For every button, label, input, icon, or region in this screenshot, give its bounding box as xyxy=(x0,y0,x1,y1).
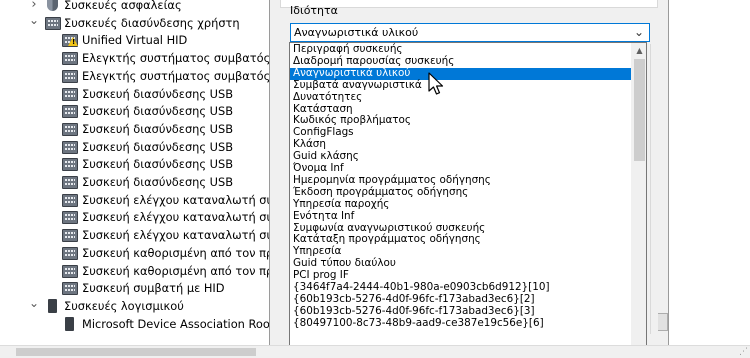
value-frame xyxy=(650,44,658,334)
tree-row[interactable]: Συσκευή ελέγχου καταναλωτή συμ xyxy=(0,226,276,244)
property-dropdown-list[interactable]: Περιγραφή συσκευής Διαδρομή παρουσίας συσ… xyxy=(289,42,647,358)
tree-row-label: Συσκευές ασφαλείας xyxy=(64,0,182,12)
hid-keyboard-icon xyxy=(62,87,78,101)
dropdown-option[interactable]: Έκδοση προγράμματος οδήγησης xyxy=(290,186,632,199)
tree-row[interactable]: Συσκευή διασύνδεσης USB xyxy=(0,85,262,103)
dropdown-option[interactable]: Ημερομηνία προγράμματος οδήγησης xyxy=(290,174,632,187)
hid-keyboard-icon xyxy=(62,211,78,225)
tree-row-label: Συσκευή ελέγχου καταναλωτή συμ xyxy=(82,192,276,207)
dialog-button[interactable] xyxy=(658,313,668,331)
scroll-up-arrow-icon[interactable]: ▲ xyxy=(632,43,646,58)
tree-row[interactable]: ⌄ Συσκευές λογισμικού xyxy=(0,296,262,315)
chevron-right-icon[interactable]: › xyxy=(28,0,40,12)
dropdown-scrollbar[interactable]: ▲ xyxy=(631,43,646,357)
dropdown-option[interactable]: Κατάταξη προγράμματος οδήγησης xyxy=(290,233,632,246)
tree-row-label: Συσκευή καθορισμένη από τον προ xyxy=(82,245,276,260)
dropdown-option[interactable]: ConfigFlags xyxy=(290,126,632,139)
tree-row-label: Συσκευή ελέγχου καταναλωτή συμ xyxy=(82,228,276,243)
tree-row[interactable]: Συσκευή διασύνδεσης USB xyxy=(0,120,262,138)
tree-row[interactable]: Συσκευή καθορισμένη από τον προ xyxy=(0,262,276,280)
tree-row-label: Συσκευή καθορισμένη από τον προ xyxy=(82,263,276,278)
tree-row[interactable]: ! Unified Virtual HID xyxy=(0,31,262,49)
tree-row-label: Συσκευές διασύνδεσης χρήστη xyxy=(64,15,240,30)
dropdown-option[interactable]: {60b193cb-5276-4d0f-96fc-f173abad3ec6}[2… xyxy=(290,293,632,306)
tree-row[interactable]: Συσκευή διασύνδεσης USB xyxy=(0,173,262,191)
tree-row[interactable]: Συσκευή διασύνδεσης USB xyxy=(0,138,262,156)
horizontal-scrollbar[interactable]: ⋰ xyxy=(0,345,750,358)
tree-row-label: Ελεγκτής συστήματος συμβατός μ xyxy=(82,68,276,83)
tree-row[interactable]: ⌄ Συσκευές διασύνδεσης χρήστη xyxy=(0,13,262,32)
hid-keyboard-icon xyxy=(62,229,78,243)
device-tree[interactable]: › Συσκευές ασφαλείας ⌄ Συσκευές διασύνδεσης… xyxy=(0,0,276,345)
tree-row[interactable]: Συσκευή διασύνδεσης USB xyxy=(0,102,262,120)
tree-row-label: Συσκευή διασύνδεσης USB xyxy=(82,139,234,154)
tree-row-label: Συσκευές λογισμικού xyxy=(64,298,184,313)
warning-mark: ! xyxy=(72,38,76,47)
dropdown-option[interactable]: {80497100-8c73-48b9-aad9-ce387e19c56e}[6… xyxy=(290,317,632,330)
hid-keyboard-icon xyxy=(62,176,78,189)
tree-row[interactable]: Συσκευή ελέγχου καταναλωτή συμ xyxy=(0,208,276,226)
horizontal-scrollbar-thumb[interactable] xyxy=(16,348,256,356)
tree-row[interactable]: › Συσκευές ασφαλείας xyxy=(0,0,262,14)
hid-keyboard-icon xyxy=(62,264,78,278)
hid-keyboard-icon xyxy=(62,193,78,207)
scrollbar-thumb[interactable] xyxy=(634,59,645,161)
tree-row-label: Συσκευή διασύνδεσης USB xyxy=(82,121,234,136)
hid-keyboard-icon xyxy=(45,16,61,30)
hid-keyboard-icon xyxy=(62,140,78,154)
tree-row-label: Συσκευή ελέγχου καταναλωτή συμ xyxy=(82,210,276,225)
hid-keyboard-icon xyxy=(62,246,78,260)
dropdown-option[interactable]: {60b193cb-5276-4d0f-96fc-f173abad3ec6}[3… xyxy=(290,305,632,318)
tree-row[interactable]: Microsoft Device Association Root xyxy=(0,315,274,333)
chevron-down-icon[interactable]: ⌄ xyxy=(28,296,40,310)
chevron-down-icon[interactable]: ⌄ xyxy=(28,13,40,27)
software-device-icon xyxy=(48,298,57,313)
hid-keyboard-icon xyxy=(62,282,78,296)
dropdown-option[interactable]: Δυνατότητες xyxy=(290,91,632,104)
tree-row[interactable]: Ελεγκτής συστήματος συμβατός μ xyxy=(0,49,276,67)
hid-keyboard-icon xyxy=(62,52,78,66)
hid-keyboard-icon xyxy=(62,69,78,83)
dropdown-option[interactable]: Υπηρεσία παροχής xyxy=(290,198,632,211)
property-select-value: Αναγνωριστικά υλικού xyxy=(294,26,419,39)
property-label: Ιδιότητα xyxy=(290,4,338,17)
software-device-icon xyxy=(65,316,74,331)
tree-row[interactable]: Συσκευή καθορισμένη από τον προ xyxy=(0,244,276,262)
security-device-icon xyxy=(47,0,58,11)
tree-row-label: Συσκευή διασύνδεσης USB xyxy=(82,157,234,172)
dropdown-option[interactable]: Ενότητα Inf xyxy=(290,210,632,223)
tree-row-label: Συσκευή διασύνδεσης USB xyxy=(82,86,234,101)
tree-row[interactable]: Συσκευή ελέγχου καταναλωτή συμ xyxy=(0,191,276,209)
tree-row[interactable]: Ελεγκτής συστήματος συμβατός μ xyxy=(0,67,276,85)
tree-row-label: Συσκευή συμβατή με HID xyxy=(82,281,225,296)
property-select[interactable]: Αναγνωριστικά υλικού ⌄ xyxy=(290,23,650,42)
mouse-cursor-icon xyxy=(428,72,444,95)
tree-row-label: Συσκευή διασύνδεσης USB xyxy=(82,104,234,119)
dropdown-option[interactable]: Διαδρομή παρουσίας συσκευής xyxy=(290,55,632,68)
chevron-down-icon: ⌄ xyxy=(633,25,644,39)
tree-row-label: Microsoft Device Association Root xyxy=(82,316,275,331)
hid-keyboard-icon xyxy=(62,122,78,136)
tree-row[interactable]: Συσκευή διασύνδεσης USB xyxy=(0,155,262,173)
dropdown-option[interactable]: Συμβατά αναγνωριστικά xyxy=(290,79,632,92)
hid-keyboard-icon xyxy=(62,105,78,119)
hid-keyboard-icon xyxy=(62,158,78,172)
tree-row-label: Συσκευή διασύνδεσης USB xyxy=(82,175,234,189)
dropdown-option[interactable]: Αναγνωριστικά υλικού xyxy=(290,67,632,80)
tree-row-label: Ελεγκτής συστήματος συμβατός μ xyxy=(82,51,276,66)
resize-grip-icon[interactable]: ⋰ xyxy=(739,347,748,357)
tree-row[interactable]: Συσκευή συμβατή με HID xyxy=(0,279,262,297)
tree-row-label: Unified Virtual HID xyxy=(82,33,188,48)
